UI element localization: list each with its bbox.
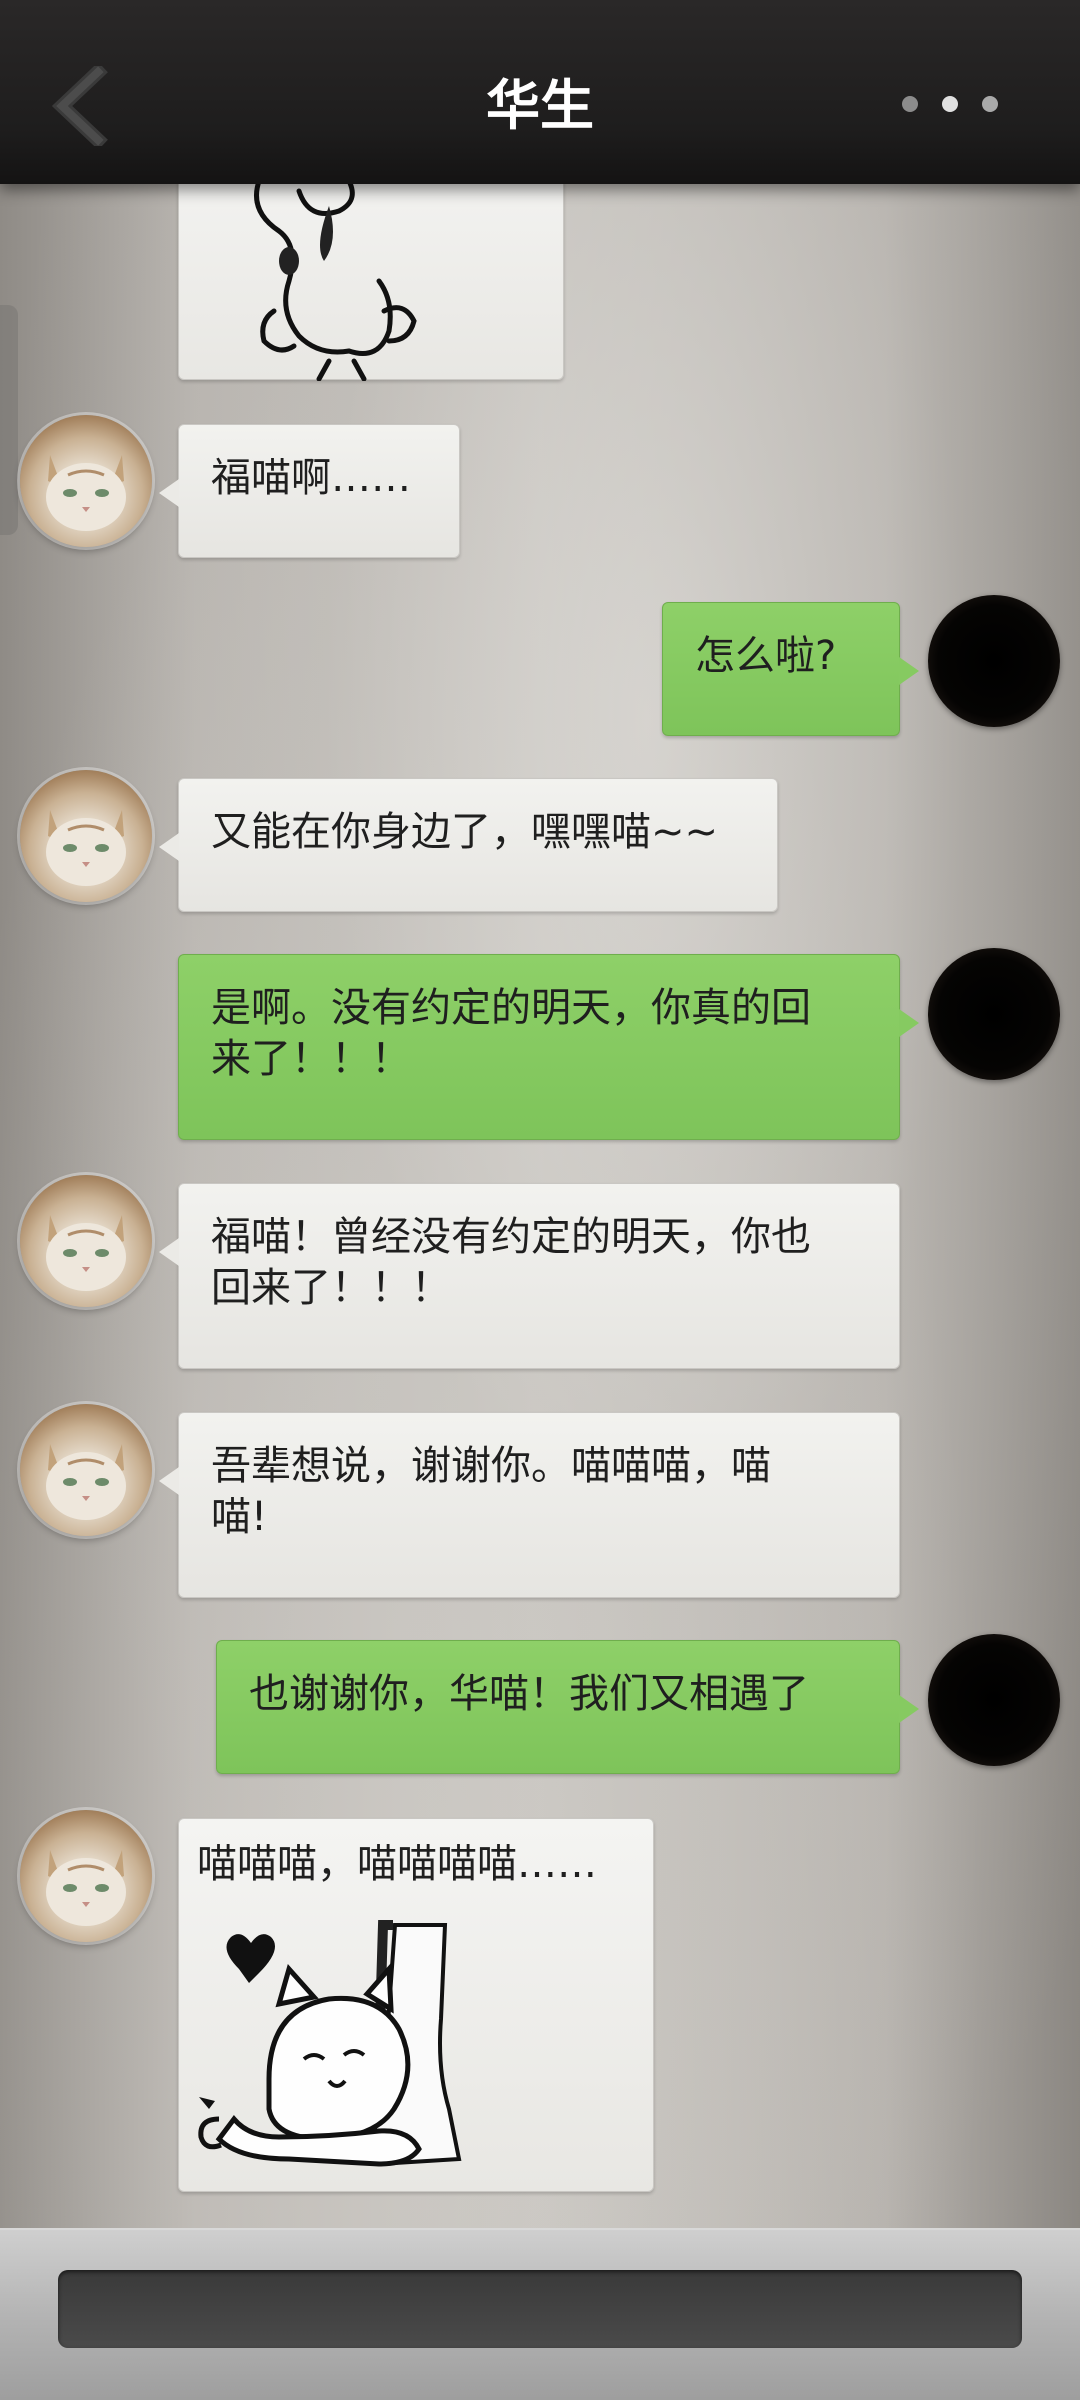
message-bubble-incoming[interactable]: 福喵啊…… <box>159 424 460 558</box>
message-text: 怎么啦? <box>695 633 837 679</box>
contact-avatar[interactable] <box>20 1175 152 1307</box>
devil-sticker-image <box>254 178 417 382</box>
message-bubble-incoming[interactable]: 福喵！曾经没有约定的明天，你也 回来了！！！ <box>159 1183 900 1369</box>
message-text-line: 福喵！曾经没有约定的明天，你也 <box>211 1214 811 1260</box>
message-text: 福喵啊…… <box>211 455 411 501</box>
message-bubble-outgoing[interactable]: 怎么啦? <box>662 602 919 736</box>
cat-avatar-icon <box>46 455 126 531</box>
message-text: 也谢谢你，华喵！我们又相遇了 <box>249 1671 809 1717</box>
message-text-line: 喵! <box>211 1494 268 1540</box>
cat-avatar-icon <box>46 1850 126 1926</box>
cat-avatar-icon <box>46 1444 126 1520</box>
sticker-message[interactable] <box>178 150 564 382</box>
message-bubble-incoming[interactable]: 又能在你身边了，嘿嘿喵~~ <box>159 778 778 912</box>
cat-avatar-icon <box>46 810 126 886</box>
message-input[interactable] <box>58 2270 1022 2348</box>
message-bubble-outgoing[interactable]: 也谢谢你，华喵！我们又相遇了 <box>216 1640 919 1774</box>
message-text-line: 吾辈想说，谢谢你。喵喵喵，喵 <box>211 1443 771 1489</box>
message-text-line: 是啊。没有约定的明天，你真的回 <box>211 985 811 1031</box>
cat-avatar-icon <box>46 1215 126 1291</box>
chat-header: 华生 <box>0 0 1080 184</box>
hugging-cat-sticker-image <box>198 1920 462 2167</box>
message-bubble-incoming[interactable]: 吾辈想说，谢谢你。喵喵喵，喵 喵! <box>159 1412 900 1598</box>
more-dots-icon <box>902 96 918 112</box>
message-bubble-outgoing[interactable]: 是啊。没有约定的明天，你真的回 来了！！！ <box>178 954 919 1140</box>
more-options-button[interactable] <box>896 90 1006 120</box>
sticker-message[interactable]: 喵喵喵，喵喵喵喵…… <box>178 1818 654 2192</box>
side-drawer-handle[interactable] <box>0 305 18 535</box>
contact-avatar[interactable] <box>20 1404 152 1536</box>
message-text-line: 回来了！！！ <box>211 1265 451 1311</box>
contact-avatar[interactable] <box>20 415 152 547</box>
input-bar <box>0 2228 1080 2400</box>
self-avatar[interactable] <box>928 948 1060 1080</box>
message-text: 又能在你身边了，嘿嘿喵~~ <box>211 809 719 855</box>
contact-avatar[interactable] <box>20 770 152 902</box>
contact-avatar[interactable] <box>20 1810 152 1942</box>
self-avatar[interactable] <box>928 595 1060 727</box>
message-text-line: 来了！！！ <box>211 1036 411 1082</box>
self-avatar[interactable] <box>928 1634 1060 1766</box>
